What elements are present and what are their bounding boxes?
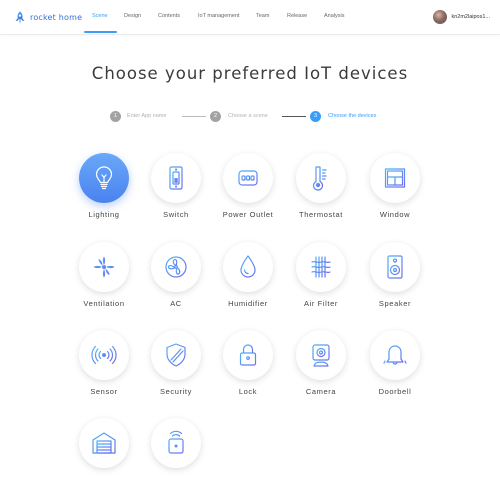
nav-team[interactable]: Team (256, 13, 269, 19)
device-air-filter[interactable]: Air Filter (291, 242, 351, 308)
device-humidifier[interactable]: Humidifier (218, 242, 278, 308)
remote-icon (168, 430, 184, 454)
device-lock-button[interactable] (223, 330, 273, 380)
step-1-label: Enter App name (127, 113, 167, 119)
droplet-icon (240, 255, 256, 278)
device-sensor-button[interactable] (79, 330, 129, 380)
sensor-icon (91, 345, 117, 365)
device-lighting-button[interactable] (79, 153, 129, 203)
device-garage[interactable] (74, 418, 134, 475)
fan-icon (93, 256, 115, 278)
device-security-button[interactable] (151, 330, 201, 380)
device-ventilation[interactable]: Ventilation (74, 242, 134, 308)
bulb-icon (95, 166, 113, 190)
step-3-label: Choose the devices (328, 113, 377, 119)
outlet-icon (238, 170, 258, 186)
active-tab-indicator (84, 31, 117, 33)
device-label: Security (160, 387, 192, 396)
device-power-outlet-button[interactable] (223, 153, 273, 203)
device-label: Humidifier (228, 299, 268, 308)
brand[interactable]: rocket home (14, 10, 82, 24)
bell-icon (383, 343, 407, 365)
device-label: Lighting (88, 210, 120, 219)
device-ventilation-button[interactable] (79, 242, 129, 292)
device-label: AC (170, 299, 182, 308)
device-label: Ventilation (83, 299, 125, 308)
device-power-outlet[interactable]: Power Outlet (218, 153, 278, 219)
device-doorbell-button[interactable] (370, 330, 420, 380)
air-filter-icon (311, 256, 331, 278)
device-label: Air Filter (304, 299, 338, 308)
device-window[interactable]: Window (365, 153, 425, 219)
device-sensor[interactable]: Sensor (74, 330, 134, 396)
brand-name: rocket home (30, 12, 83, 22)
device-label: Power Outlet (222, 210, 274, 219)
device-doorbell[interactable]: Doorbell (365, 330, 425, 396)
device-humidifier-button[interactable] (223, 242, 273, 292)
shield-icon (166, 343, 186, 367)
speaker-icon (387, 255, 403, 279)
device-switch[interactable]: Switch (146, 153, 206, 219)
device-label: Window (379, 210, 411, 219)
step-3-number: 3 (310, 111, 321, 122)
thermometer-icon (312, 166, 327, 191)
username: kn2m2laipos1... (451, 14, 490, 20)
garage-icon (92, 432, 116, 454)
top-bar: rocket home Scene Design Contents IoT ma… (0, 0, 500, 35)
nav-iot-management[interactable]: IoT management (198, 13, 239, 19)
user-menu[interactable]: kn2m2laipos1... (433, 9, 490, 25)
device-speaker-button[interactable] (370, 242, 420, 292)
window-icon (384, 168, 406, 188)
nav-analysis[interactable]: Analysis (324, 13, 344, 19)
device-label: Doorbell (378, 387, 412, 396)
step-1-number: 1 (110, 111, 121, 122)
device-label: Lock (238, 387, 258, 396)
device-thermostat-button[interactable] (296, 153, 346, 203)
step-connector (182, 116, 206, 117)
device-label: Thermostat (299, 210, 343, 219)
device-speaker[interactable]: Speaker (365, 242, 425, 308)
device-window-button[interactable] (370, 153, 420, 203)
device-lighting[interactable]: Lighting (74, 153, 134, 219)
switch-icon (169, 166, 183, 190)
nav-contents[interactable]: Contents (158, 13, 180, 19)
step-2-number: 2 (210, 111, 221, 122)
device-ac[interactable]: AC (146, 242, 206, 308)
device-label: Switch (163, 210, 189, 219)
device-remote-button[interactable] (151, 418, 201, 468)
device-air-filter-button[interactable] (296, 242, 346, 292)
lock-icon (239, 344, 257, 366)
nav-design[interactable]: Design (124, 13, 141, 19)
camera-icon (312, 344, 330, 367)
step-2-label: Choose a scene (228, 113, 268, 119)
ac-icon (165, 256, 187, 278)
avatar[interactable] (433, 10, 448, 24)
device-thermostat[interactable]: Thermostat (291, 153, 351, 219)
device-camera[interactable]: Camera (291, 330, 351, 396)
device-camera-button[interactable] (296, 330, 346, 380)
device-garage-button[interactable] (79, 418, 129, 468)
device-lock[interactable]: Lock (218, 330, 278, 396)
page-title: Choose your preferred IoT devices (91, 64, 409, 83)
device-label: Sensor (90, 387, 118, 396)
nav-scene[interactable]: Scene (92, 13, 108, 19)
rocket-logo-icon (15, 11, 25, 23)
device-label: Speaker (378, 299, 412, 308)
device-label: Camera (305, 387, 337, 396)
device-remote[interactable] (146, 418, 206, 475)
step-connector (282, 116, 306, 117)
device-switch-button[interactable] (151, 153, 201, 203)
nav-release[interactable]: Release (287, 13, 307, 19)
device-security[interactable]: Security (146, 330, 206, 396)
device-ac-button[interactable] (151, 242, 201, 292)
